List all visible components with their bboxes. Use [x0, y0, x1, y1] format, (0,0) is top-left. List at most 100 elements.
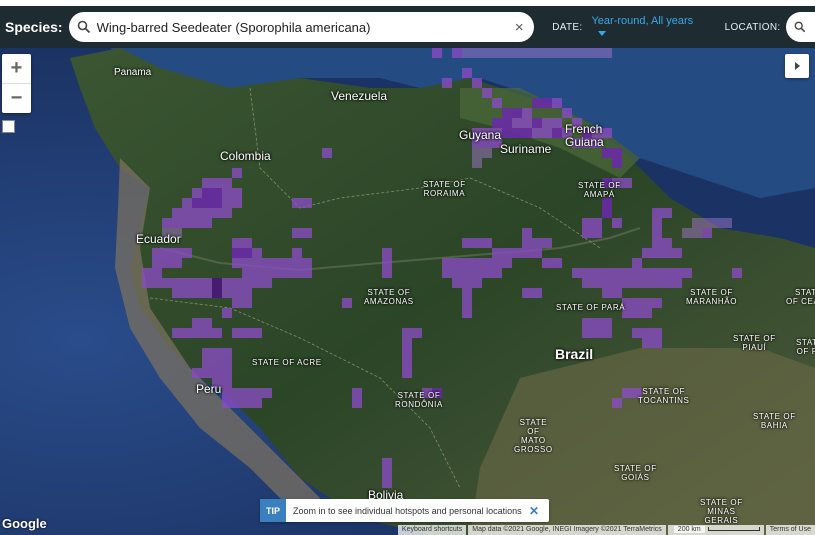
range-cell: [462, 308, 472, 318]
close-icon[interactable]: ✕: [529, 504, 539, 518]
range-cell: [202, 278, 212, 288]
range-cell: [402, 368, 412, 378]
range-cell: [662, 278, 672, 288]
label-venezuela: Venezuela: [331, 89, 388, 103]
range-cell: [202, 358, 212, 368]
range-cell: [252, 388, 262, 398]
zoom-area-icon[interactable]: [2, 120, 15, 133]
range-cell: [492, 48, 502, 58]
species-search-input[interactable]: Wing-barred Seedeater (Sporophila americ…: [68, 12, 535, 42]
range-cell: [462, 268, 472, 278]
range-cell: [192, 188, 202, 198]
range-cell: [642, 248, 652, 258]
panel-toggle-button[interactable]: [785, 54, 809, 78]
range-cell: [642, 308, 652, 318]
keyboard-shortcuts-link[interactable]: Keyboard shortcuts: [397, 525, 467, 535]
location-label: LOCATION:: [724, 21, 781, 33]
range-cell: [672, 248, 682, 258]
label-piaui: STATE OF PIAUÍ: [733, 334, 776, 352]
range-cell: [582, 328, 592, 338]
range-cell: [172, 248, 182, 258]
label-colombia: Colombia: [220, 149, 271, 163]
range-cell: [232, 168, 242, 178]
range-cell: [382, 468, 392, 478]
range-cell: [182, 328, 192, 338]
range-cell: [632, 308, 642, 318]
range-cell: [652, 228, 662, 238]
range-cell: [212, 208, 222, 218]
range-cell: [402, 348, 412, 358]
top-bar: Species: Wing-barred Seedeater (Sporophi…: [0, 0, 815, 48]
range-cell: [242, 298, 252, 308]
range-cell: [652, 268, 662, 278]
range-cell: [492, 118, 502, 128]
range-cell: [602, 48, 612, 58]
range-cell: [232, 248, 242, 258]
range-cell: [292, 198, 302, 208]
range-cell: [232, 188, 242, 198]
range-cell: [472, 268, 482, 278]
range-cell: [662, 208, 672, 218]
range-cell: [252, 398, 262, 408]
range-cell: [292, 248, 302, 258]
label-ecuador: Ecuador: [136, 232, 181, 246]
range-cell: [702, 218, 712, 228]
location-search-input[interactable]: [786, 12, 815, 42]
range-cell: [532, 118, 542, 128]
range-cell: [492, 258, 502, 268]
range-cell: [652, 248, 662, 258]
range-cell: [222, 308, 232, 318]
date-dropdown[interactable]: Year-round, All years: [591, 15, 700, 39]
range-cell: [202, 208, 212, 218]
range-cell: [662, 238, 672, 248]
range-cell: [222, 388, 232, 398]
range-cell: [152, 248, 162, 258]
range-cell: [582, 218, 592, 228]
range-cell: [532, 128, 542, 138]
range-cell: [532, 238, 542, 248]
range-cell: [612, 398, 622, 408]
range-cell: [552, 118, 562, 128]
zoom-out-button[interactable]: −: [2, 84, 31, 113]
zoom-in-button[interactable]: +: [2, 54, 31, 83]
range-cell: [302, 268, 312, 278]
range-cell: [722, 218, 732, 228]
range-cell: [212, 328, 222, 338]
range-cell: [282, 268, 292, 278]
range-cell: [522, 238, 532, 248]
range-cell: [222, 368, 232, 378]
range-cell: [492, 98, 502, 108]
range-cell: [152, 258, 162, 268]
range-cell: [512, 128, 522, 138]
range-cell: [182, 288, 192, 298]
range-cell: [182, 198, 192, 208]
range-cell: [462, 258, 472, 268]
range-cell: [502, 128, 512, 138]
range-cell: [612, 218, 622, 228]
range-cell: [622, 268, 632, 278]
label-roraima: STATE OF RORAIMA: [423, 180, 466, 198]
range-cell: [262, 258, 272, 268]
range-cell: [502, 248, 512, 258]
range-cell: [252, 248, 262, 258]
range-cell: [202, 178, 212, 188]
range-cell: [182, 278, 192, 288]
range-cell: [382, 478, 392, 488]
label-brazil: Brazil: [555, 346, 594, 362]
range-cell: [462, 238, 472, 248]
range-cell: [152, 278, 162, 288]
range-cell: [632, 268, 642, 278]
range-map[interactable]: + − Panama Venezuela Colombia Guyana Sur…: [0, 48, 815, 535]
scale-indicator: 200 km: [667, 525, 764, 535]
range-cell: [222, 398, 232, 408]
terms-link[interactable]: Terms of Use: [765, 525, 815, 535]
label-peru: Peru: [196, 382, 222, 396]
range-cell: [642, 328, 652, 338]
close-icon[interactable]: ×: [512, 19, 526, 36]
range-cell: [202, 318, 212, 328]
range-cell: [182, 248, 192, 258]
range-cell: [222, 348, 232, 358]
tip-badge: TIP: [260, 499, 287, 522]
range-cell: [612, 268, 622, 278]
range-cell: [672, 268, 682, 278]
